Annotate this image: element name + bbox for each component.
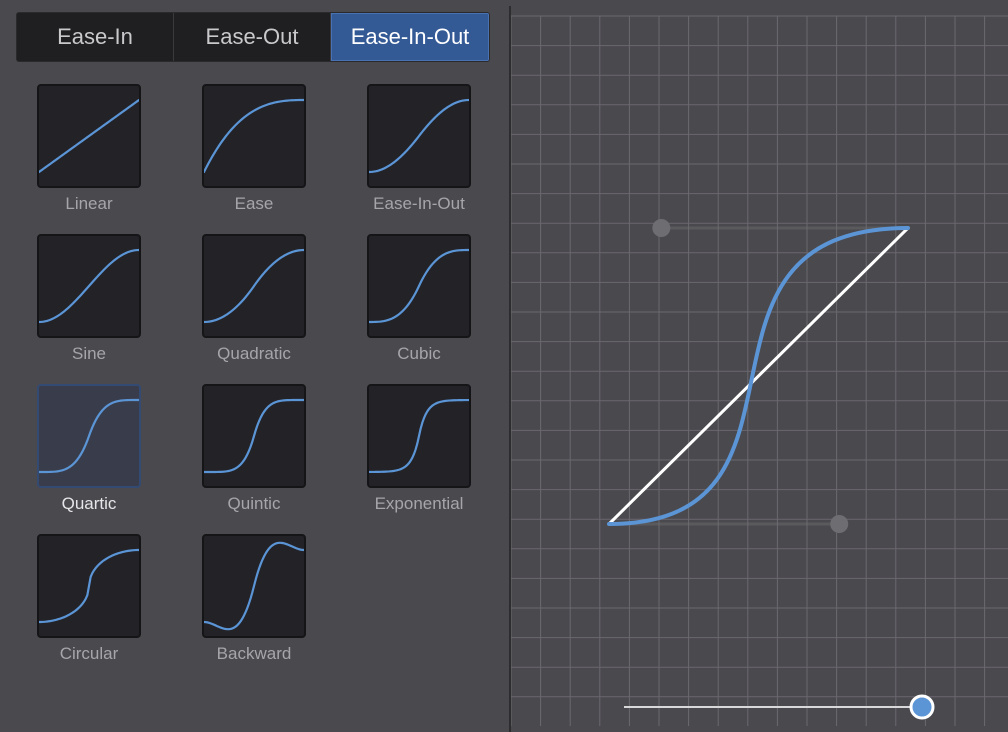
preset-exponential[interactable]: Exponential — [367, 384, 471, 514]
quintic-curve-icon — [202, 384, 306, 488]
tab-ease-in-out[interactable]: Ease-In-Out — [331, 13, 489, 61]
sine-curve-icon — [37, 234, 141, 338]
circular-curve-icon — [37, 534, 141, 638]
preset-label: Ease — [234, 194, 274, 213]
preset-label: Sine — [71, 344, 107, 363]
preset-label: Cubic — [397, 344, 441, 363]
preset-quintic[interactable]: Quintic — [202, 384, 306, 514]
exponential-curve-icon — [367, 384, 471, 488]
preset-circular[interactable]: Circular — [37, 534, 141, 664]
control-handle-2[interactable] — [652, 219, 671, 237]
preset-label: Quadratic — [217, 344, 291, 363]
preset-quadratic[interactable]: Quadratic — [202, 234, 306, 364]
easing-mode-segmented-control: Ease-In Ease-Out Ease-In-Out — [16, 12, 490, 62]
preset-backward[interactable]: Backward — [202, 534, 306, 664]
preset-label: Exponential — [374, 494, 464, 513]
progress-slider-knob[interactable] — [909, 694, 935, 720]
presets-panel: Ease-In Ease-Out Ease-In-Out Linear Ease… — [0, 0, 508, 732]
tab-ease-out[interactable]: Ease-Out — [174, 13, 331, 61]
preset-label: Backward — [216, 644, 292, 663]
preset-label: Ease-In-Out — [373, 194, 465, 213]
preset-label: Quartic — [61, 494, 117, 513]
linear-curve-icon — [37, 84, 141, 188]
preset-linear[interactable]: Linear — [37, 84, 141, 214]
quadratic-curve-icon — [202, 234, 306, 338]
control-handle-1[interactable] — [830, 515, 849, 533]
preset-quartic[interactable]: Quartic — [37, 384, 141, 514]
preset-cubic[interactable]: Cubic — [367, 234, 471, 364]
preset-ease-in-out[interactable]: Ease-In-Out — [367, 84, 471, 214]
preset-sine[interactable]: Sine — [37, 234, 141, 364]
preset-ease[interactable]: Ease — [202, 84, 306, 214]
linear-reference-line — [607, 226, 910, 526]
preset-label: Circular — [59, 644, 119, 663]
ease-in-out-curve-icon — [367, 84, 471, 188]
preset-label: Linear — [65, 194, 113, 213]
graph-grid — [511, 15, 1008, 726]
cubic-curve-icon — [367, 234, 471, 338]
ease-curve-icon — [202, 84, 306, 188]
backward-curve-icon — [202, 534, 306, 638]
preset-label: Quintic — [227, 494, 281, 513]
curve-graph — [511, 15, 1008, 726]
quartic-curve-icon — [37, 384, 141, 488]
bezier-curve-editor[interactable] — [511, 0, 1008, 732]
tab-ease-in[interactable]: Ease-In — [17, 13, 174, 61]
